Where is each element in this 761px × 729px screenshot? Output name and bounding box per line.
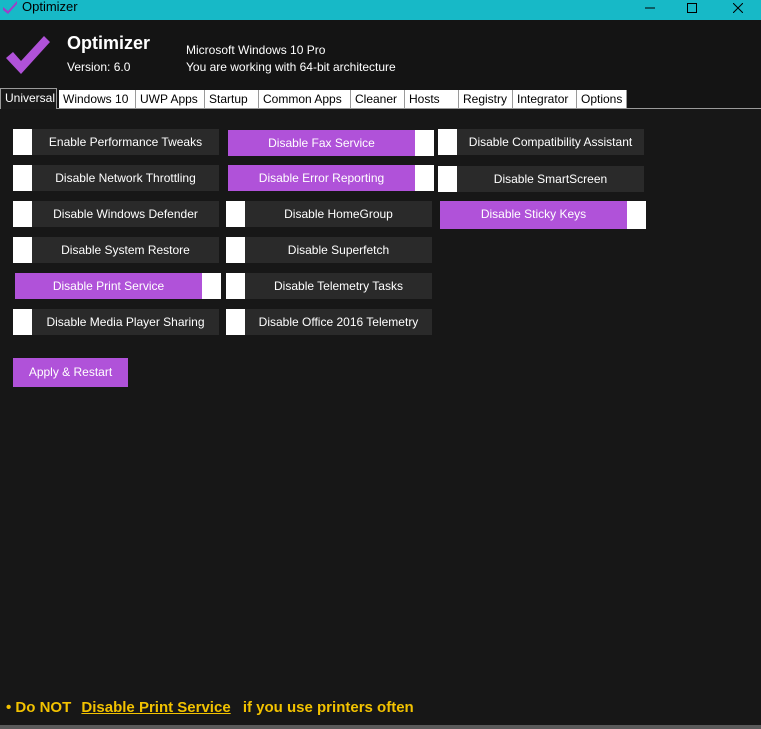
toggle-label: Disable Office 2016 Telemetry — [245, 309, 432, 335]
tab-common-apps[interactable]: Common Apps — [259, 90, 351, 109]
tab-hosts[interactable]: Hosts — [405, 90, 459, 109]
toggle-label: Disable Print Service — [15, 273, 202, 299]
print-service-tip: • Do NOT Disable Print Service if you us… — [6, 699, 414, 716]
toggle-label: Disable Telemetry Tasks — [245, 273, 432, 299]
universal-panel: Enable Performance Tweaks Disable Networ… — [0, 108, 761, 725]
app-name: Optimizer — [67, 33, 151, 53]
toggle-label: Disable Superfetch — [245, 237, 432, 263]
toggle-label: Disable HomeGroup — [245, 201, 432, 227]
toggle-homegroup[interactable]: Disable HomeGroup — [226, 201, 432, 227]
tab-options[interactable]: Options — [577, 90, 627, 109]
tab-registry[interactable]: Registry — [459, 90, 513, 109]
tab-cleaner[interactable]: Cleaner — [351, 90, 405, 109]
minimize-icon — [645, 7, 655, 9]
architecture-info: You are working with 64-bit architecture — [186, 60, 396, 74]
toggle-label: Disable Compatibility Assistant — [457, 129, 644, 155]
app-checkmark-icon — [3, 1, 17, 14]
toggle-knob — [438, 129, 457, 155]
close-button[interactable] — [715, 0, 761, 18]
toggle-label: Disable Network Throttling — [32, 165, 219, 191]
toggle-knob — [13, 237, 32, 263]
toggle-knob — [13, 129, 32, 155]
tip-link-disable-print-service[interactable]: Disable Print Service — [81, 699, 230, 716]
toggle-knob — [627, 201, 646, 229]
toggle-sticky-keys[interactable]: Disable Sticky Keys — [440, 201, 646, 229]
toggle-knob — [13, 201, 32, 227]
window-title: Optimizer — [22, 0, 78, 14]
toggle-office-2016-telemetry[interactable]: Disable Office 2016 Telemetry — [226, 309, 432, 335]
toggle-label: Disable Error Reporting — [228, 165, 415, 191]
toggle-knob — [13, 309, 32, 335]
toggle-telemetry-tasks[interactable]: Disable Telemetry Tasks — [226, 273, 432, 299]
toggle-knob — [226, 201, 245, 227]
toggle-label: Disable Windows Defender — [32, 201, 219, 227]
maximize-button[interactable] — [669, 0, 715, 18]
tip-suffix: if you use printers often — [242, 699, 414, 716]
tip-prefix: • Do NOT — [6, 699, 72, 716]
toggle-print-service[interactable]: Disable Print Service — [15, 273, 221, 299]
os-info: Microsoft Windows 10 Pro — [186, 43, 326, 57]
apply-restart-button[interactable]: Apply & Restart — [13, 358, 128, 387]
app-header: Optimizer Version: 6.0 Microsoft Windows… — [0, 20, 761, 88]
toggle-label: Enable Performance Tweaks — [32, 129, 219, 155]
toggle-knob — [226, 273, 245, 299]
toggle-performance-tweaks[interactable]: Enable Performance Tweaks — [13, 129, 219, 155]
toggle-fax-service[interactable]: Disable Fax Service — [228, 130, 434, 156]
tab-strip: Universal Windows 10 UWP Apps Startup Co… — [0, 88, 761, 109]
toggle-label: Disable Media Player Sharing — [32, 309, 219, 335]
toggle-knob — [415, 130, 434, 156]
toggle-system-restore[interactable]: Disable System Restore — [13, 237, 219, 263]
toggle-compatibility-assistant[interactable]: Disable Compatibility Assistant — [438, 129, 644, 155]
minimize-button[interactable] — [627, 0, 673, 18]
maximize-icon — [687, 3, 697, 13]
toggle-label: Disable SmartScreen — [457, 166, 644, 192]
toggle-label: Disable System Restore — [32, 237, 219, 263]
title-bar: Optimizer — [0, 0, 761, 20]
app-version: Version: 6.0 — [67, 60, 131, 74]
toggle-knob — [438, 166, 457, 192]
close-icon — [733, 3, 743, 13]
window-bottom-border — [0, 725, 761, 729]
tab-startup[interactable]: Startup — [205, 90, 259, 109]
tab-integrator[interactable]: Integrator — [513, 90, 577, 109]
toggle-knob — [226, 237, 245, 263]
toggle-knob — [415, 165, 434, 191]
toggle-superfetch[interactable]: Disable Superfetch — [226, 237, 432, 263]
toggle-media-player-sharing[interactable]: Disable Media Player Sharing — [13, 309, 219, 335]
toggle-knob — [226, 309, 245, 335]
checkmark-icon — [6, 36, 50, 74]
toggle-label: Disable Sticky Keys — [440, 201, 627, 229]
toggle-windows-defender[interactable]: Disable Windows Defender — [13, 201, 219, 227]
toggle-label: Disable Fax Service — [228, 130, 415, 156]
tab-universal[interactable]: Universal — [0, 88, 57, 109]
toggle-knob — [202, 273, 221, 299]
tab-uwp-apps[interactable]: UWP Apps — [136, 90, 205, 109]
tab-windows-10[interactable]: Windows 10 — [59, 90, 136, 109]
toggle-smartscreen[interactable]: Disable SmartScreen — [438, 166, 644, 192]
toggle-error-reporting[interactable]: Disable Error Reporting — [228, 165, 434, 191]
toggle-network-throttling[interactable]: Disable Network Throttling — [13, 165, 219, 191]
toggle-knob — [13, 165, 32, 191]
